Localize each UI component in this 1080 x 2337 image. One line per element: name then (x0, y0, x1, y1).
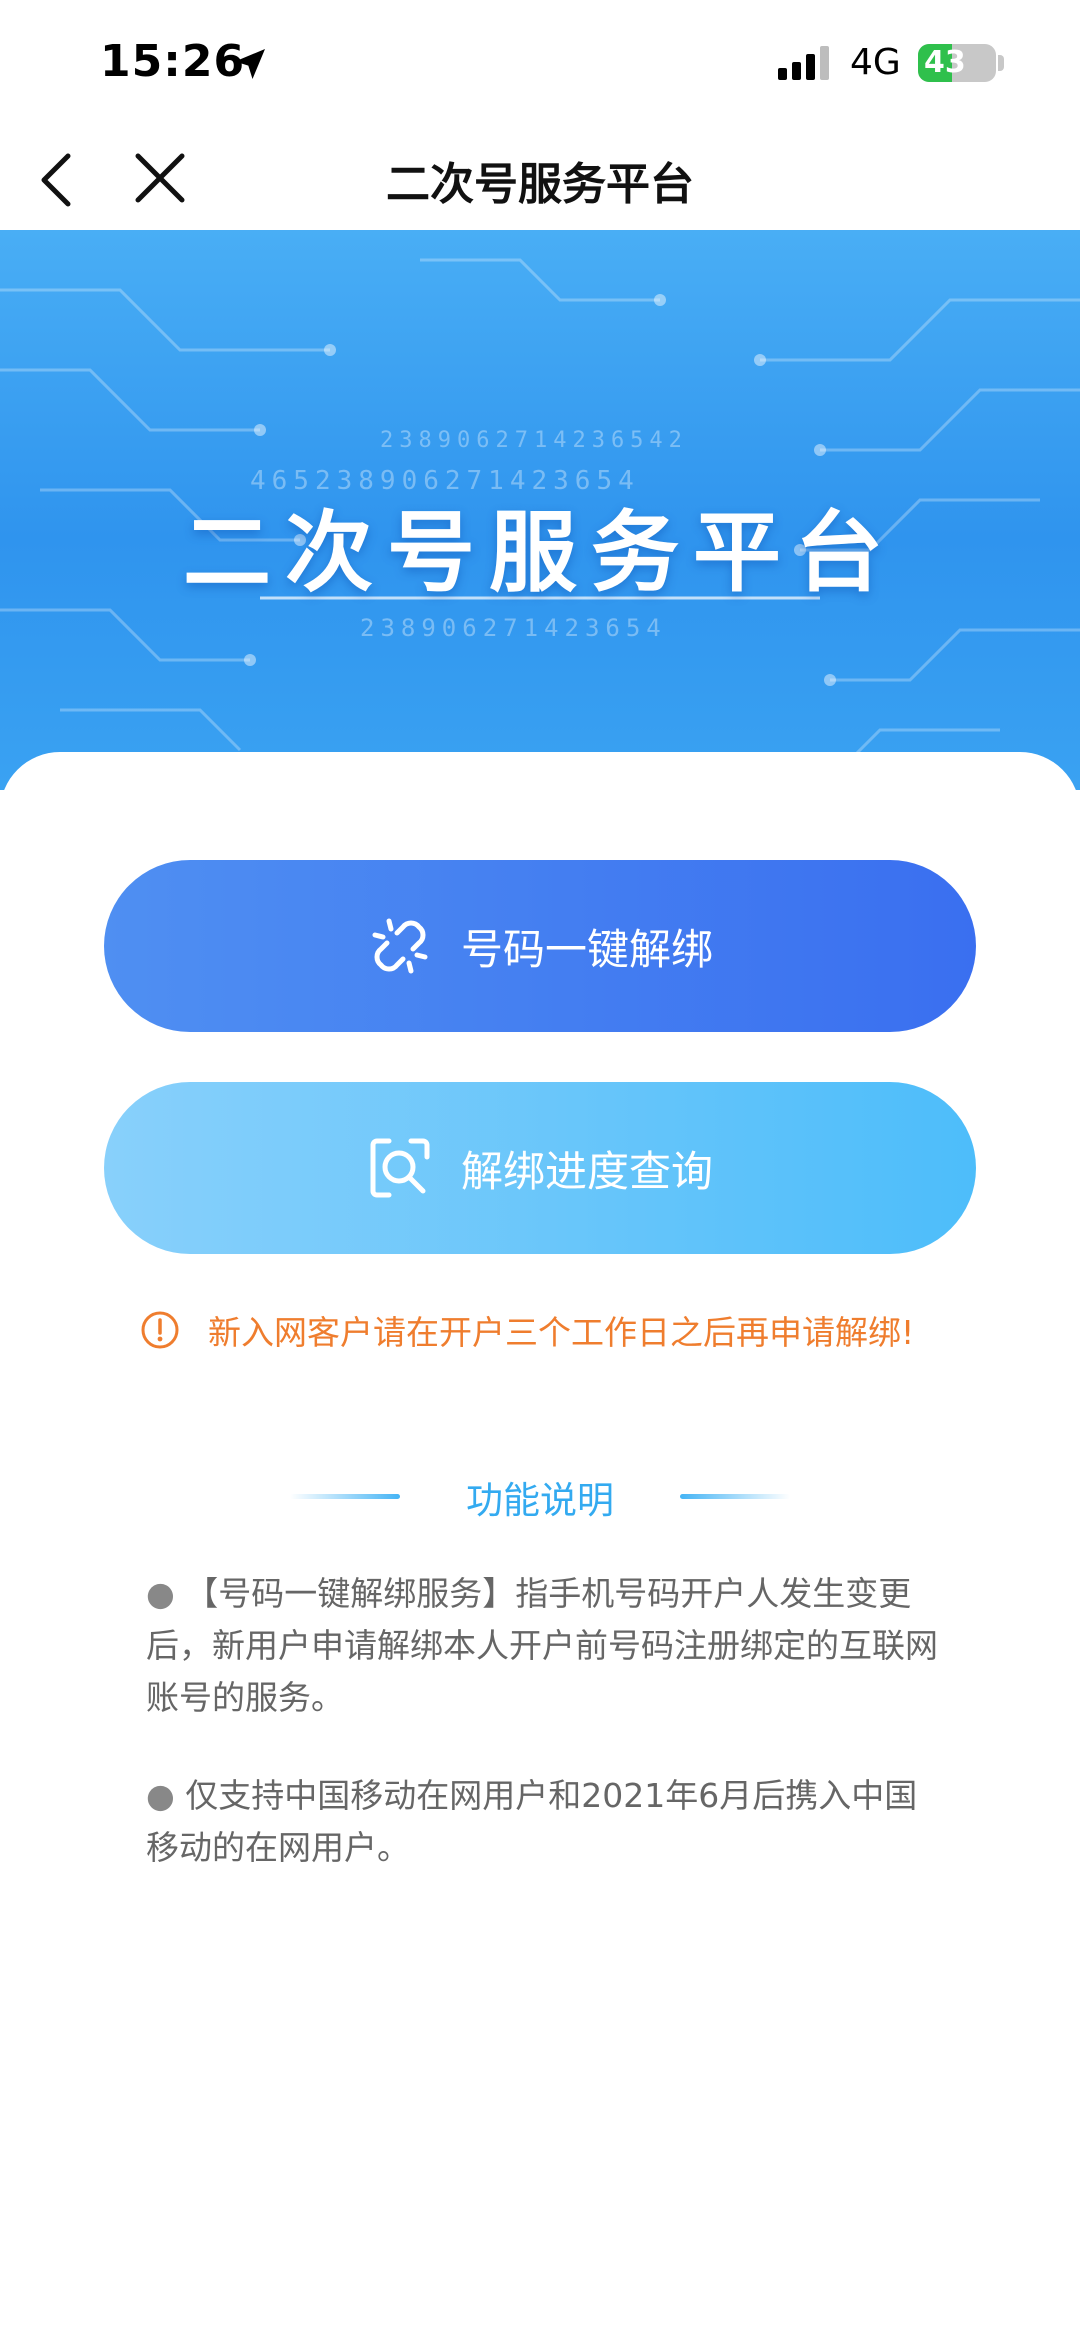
battery-level-text: 43 (924, 45, 966, 80)
banner-digits-1: 2389062714236542 (380, 428, 688, 453)
description-item: ● 仅支持中国移动在网用户和2021年6月后携入中国移动的在网用户。 (146, 1770, 946, 1874)
unbind-progress-query-button[interactable]: 解绑进度查询 (104, 1082, 976, 1254)
description-text-1: 【号码一键解绑服务】指手机号码开户人发生变更后，新用户申请解绑本人开户前号码注册… (146, 1574, 938, 1717)
location-arrow-icon (235, 49, 265, 79)
broken-link-icon (372, 918, 428, 974)
warning-circle-icon (141, 1311, 179, 1349)
battery-tip (998, 55, 1004, 71)
bullet-dot: ● (146, 1574, 186, 1613)
new-customer-notice: 新入网客户请在开户三个工作日之后再申请解绑! (140, 1306, 914, 1354)
description-item: ● 【号码一键解绑服务】指手机号码开户人发生变更后，新用户申请解绑本人开户前号码… (146, 1568, 946, 1724)
navigation-bar: 二次号服务平台 (0, 130, 1080, 230)
banner-digits-3: 238906271423654 (360, 614, 667, 642)
unbind-button-label: 号码一键解绑 (460, 924, 713, 974)
notice-text: 新入网客户请在开户三个工作日之后再申请解绑! (208, 1313, 915, 1352)
status-bar: 15:26 4G 43 (0, 0, 1080, 130)
network-type: 4G (850, 42, 901, 83)
signal-bars-icon (778, 46, 829, 80)
bullet-dot: ● (146, 1776, 186, 1815)
description-text-2: 仅支持中国移动在网用户和2021年6月后携入中国移动的在网用户。 (146, 1776, 918, 1867)
page-title: 二次号服务平台 (386, 159, 694, 210)
banner-title: 二次号服务平台 (182, 501, 897, 604)
unbind-number-button[interactable]: 号码一键解绑 (104, 860, 976, 1032)
battery-indicator: 43 (918, 44, 996, 82)
status-time: 15:26 (100, 36, 246, 87)
section-title: 功能说明 (466, 1479, 614, 1522)
banner: 2389062714236542 465238906271423654 2389… (0, 230, 1080, 790)
section-header: 功能说明 (0, 1470, 1080, 1524)
magnifier-icon (370, 1138, 430, 1198)
query-button-label: 解绑进度查询 (460, 1146, 713, 1196)
